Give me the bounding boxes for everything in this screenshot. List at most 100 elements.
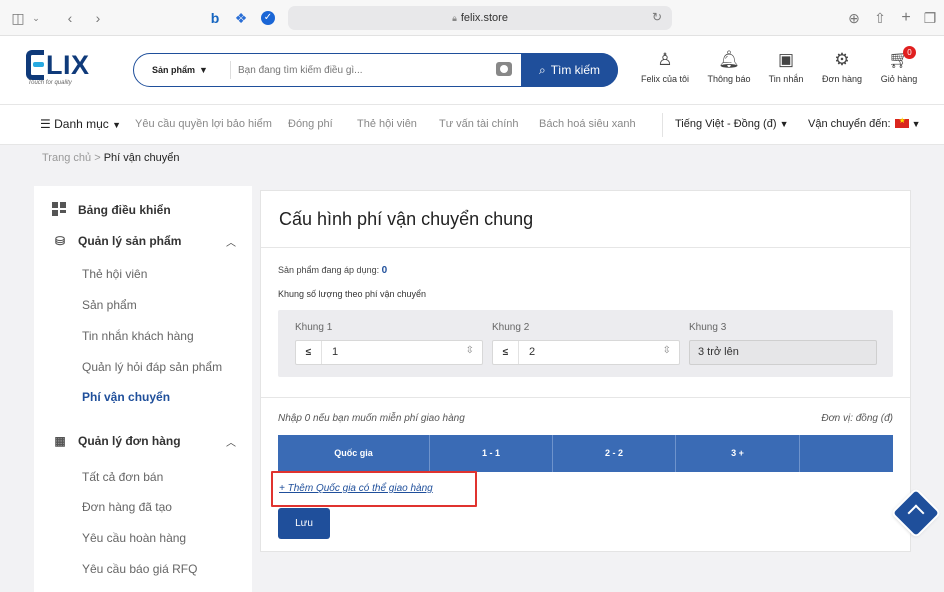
shipping-destination-selector[interactable]: Vận chuyển đến: ▼	[808, 116, 921, 130]
currency-unit: Đơn vị: đồng (đ)	[821, 413, 893, 424]
category-menu-label: Danh mục	[54, 117, 109, 131]
nav-item-membership[interactable]: Thẻ hội viên	[357, 118, 417, 130]
main-nav: ☰ Danh mục ▼ Yêu cầu quyền lợi bảo hiểm …	[0, 105, 944, 145]
column-country: Quốc gia	[278, 435, 430, 472]
menu-icon: ☰	[40, 117, 51, 131]
notifications-label: Thông báo	[707, 74, 751, 84]
tier-3-label: Khung 3	[689, 322, 727, 333]
orders-label: Đơn hàng	[822, 74, 862, 84]
notifications-link[interactable]: 🔔︎ Thông báo	[702, 50, 756, 84]
chevron-up-icon[interactable]: ︿	[226, 234, 236, 249]
shipping-table-header: Quốc gia 1 - 1 2 - 2 3 +	[278, 435, 893, 472]
dashboard-icon	[52, 202, 66, 216]
column-actions	[800, 435, 893, 472]
chevron-down-icon: ▼	[911, 119, 921, 129]
tiers-panel: Khung 1 ≤ 1 ⇳ Khung 2 ≤ 2 ⇳ Khung 3 3 tr…	[278, 310, 893, 377]
sidebar-products-label: Quản lý sản phẩm	[78, 234, 182, 248]
shipping-config-card: Cấu hình phí vận chuyển chung Sản phẩm đ…	[260, 190, 911, 552]
my-felix-link[interactable]: ♙ Felix của tôi	[637, 50, 693, 84]
messages-link[interactable]: ▣ Tin nhắn	[764, 50, 808, 84]
chevron-up-icon[interactable]: ︿	[226, 434, 236, 449]
sidebar-item-product-qa[interactable]: Quản lý hỏi đáp sản phẩm	[82, 360, 222, 374]
camera-search-icon[interactable]	[496, 62, 512, 76]
tier-3-value: 3 trở lên	[698, 346, 739, 358]
section-divider	[261, 397, 910, 398]
search-category-dropdown[interactable]: Sản phẩm ▼	[148, 62, 208, 76]
tier-3-input: 3 trở lên	[689, 340, 877, 365]
orders-link[interactable]: ⚙︎ Đơn hàng	[816, 50, 868, 84]
basket-icon: ⛁	[54, 234, 66, 248]
back-icon[interactable]: ‹	[64, 8, 76, 28]
nav-item-finance[interactable]: Tư vấn tài chính	[439, 118, 519, 130]
search-category-label: Sản phẩm	[152, 65, 196, 75]
address-bar[interactable]: 🔒︎ felix.store ↻	[288, 6, 672, 30]
my-felix-label: Felix của tôi	[640, 74, 690, 84]
chevron-down-icon: ▼	[112, 120, 122, 130]
breadcrumb: Trang chủ > Phí vận chuyển	[42, 152, 180, 164]
sidebar-group-orders[interactable]: ▦ Quản lý đơn hàng	[52, 434, 180, 448]
bing-extension-icon[interactable]: b	[208, 8, 222, 28]
category-menu[interactable]: ☰ Danh mục ▼	[40, 117, 121, 131]
search-divider	[230, 61, 231, 79]
search-input[interactable]	[238, 60, 498, 80]
cart-badge: 0	[903, 46, 916, 59]
site-header: LIX Touch for quality Sản phẩm▼ ⌕ Tìm kiế…	[0, 36, 944, 105]
free-shipping-note: Nhập 0 nếu bạn muốn miễn phí giao hàng	[278, 413, 465, 424]
sidebar-item-all-sales[interactable]: Tất cả đơn bán	[82, 470, 163, 484]
sidebar-item-return-requests[interactable]: Yêu cầu hoàn hàng	[82, 531, 186, 545]
language-selector[interactable]: Tiếng Việt - Đồng (đ) ▼	[675, 118, 788, 130]
cart-icon: 🛒︎	[888, 50, 910, 69]
new-tab-icon[interactable]: +	[898, 8, 914, 28]
browser-toolbar: ◫ ⌄ ‹ › b ❖ ✓ 🔒︎ felix.store ↻ ⊕ ⇧ + ❐	[0, 0, 944, 36]
sidebar-item-shipping-fee[interactable]: Phí vận chuyển	[82, 390, 170, 404]
sidebar-item-created-orders[interactable]: Đơn hàng đã tạo	[82, 500, 172, 514]
cart-label: Giỏ hàng	[880, 74, 918, 84]
sidebar: Bảng điều khiển ⛁ Quản lý sản phẩm ︿ Thẻ …	[34, 186, 252, 592]
applied-products: Sản phẩm đang áp dụng: 0	[278, 265, 387, 276]
stepper-icon[interactable]: ⇳	[663, 345, 671, 356]
messages-label: Tin nhắn	[768, 74, 804, 84]
reload-icon[interactable]: ↻	[652, 10, 662, 24]
breadcrumb-home[interactable]: Trang chủ	[42, 152, 91, 164]
chevron-down-icon: ▼	[779, 119, 789, 129]
user-icon: ♙	[657, 50, 673, 69]
extension-icon[interactable]: ❖	[234, 8, 248, 28]
nav-item-payment[interactable]: Đóng phí	[288, 118, 333, 130]
logo-word: LIX	[46, 50, 90, 80]
sidebar-toggle-icon[interactable]: ◫	[10, 8, 26, 28]
nav-item-insurance[interactable]: Yêu cầu quyền lợi bảo hiểm	[135, 118, 272, 130]
tabs-overview-icon[interactable]: ❐	[922, 8, 938, 28]
logo-mark	[26, 50, 44, 80]
sidebar-item-membership[interactable]: Thẻ hội viên	[82, 267, 147, 281]
page-title: Cấu hình phí vận chuyển chung	[279, 209, 534, 229]
sidebar-item-rfq-requests[interactable]: Yêu cầu báo giá RFQ	[82, 562, 197, 576]
sidebar-group-products[interactable]: ⛁ Quản lý sản phẩm	[52, 234, 181, 248]
shipping-label: Vận chuyển đến:	[808, 118, 891, 130]
tier-1-input[interactable]: ≤ 1 ⇳	[295, 340, 483, 365]
stepper-icon[interactable]: ⇳	[466, 345, 474, 356]
search-button[interactable]: ⌕ Tìm kiếm	[521, 53, 618, 87]
sidebar-item-customer-messages[interactable]: Tin nhắn khách hàng	[82, 329, 194, 343]
orders-icon: ⚙︎	[834, 50, 850, 69]
search-bar: Sản phẩm▼ ⌕ Tìm kiếm	[133, 53, 618, 87]
column-tier-2: 2 - 2	[553, 435, 676, 472]
tier-2-input[interactable]: ≤ 2 ⇳	[492, 340, 680, 365]
check-extension-icon[interactable]: ✓	[260, 8, 276, 28]
vietnam-flag-icon	[894, 116, 909, 128]
share-icon[interactable]: ⇧	[872, 8, 888, 28]
nav-item-green-store[interactable]: Bách hoá siêu xanh	[539, 118, 636, 130]
cart-link[interactable]: 🛒︎ 0 Giỏ hàng	[872, 46, 926, 84]
save-button[interactable]: Lưu	[278, 508, 330, 539]
download-icon[interactable]: ⊕	[846, 8, 862, 28]
chevron-down-icon[interactable]: ⌄	[30, 8, 42, 28]
sidebar-item-products[interactable]: Sản phẩm	[82, 298, 137, 312]
search-icon: ⌕	[538, 62, 546, 77]
breadcrumb-current: Phí vận chuyển	[103, 152, 180, 164]
breadcrumb-separator: >	[94, 152, 101, 164]
tier-1-label: Khung 1	[295, 322, 333, 333]
sidebar-item-dashboard[interactable]: Bảng điều khiển	[52, 202, 171, 217]
felix-logo[interactable]: LIX Touch for quality	[26, 50, 106, 90]
chat-icon: ▣	[777, 50, 795, 69]
add-country-link[interactable]: + Thêm Quốc gia có thể giao hàng	[279, 483, 433, 494]
forward-icon[interactable]: ›	[92, 8, 104, 28]
